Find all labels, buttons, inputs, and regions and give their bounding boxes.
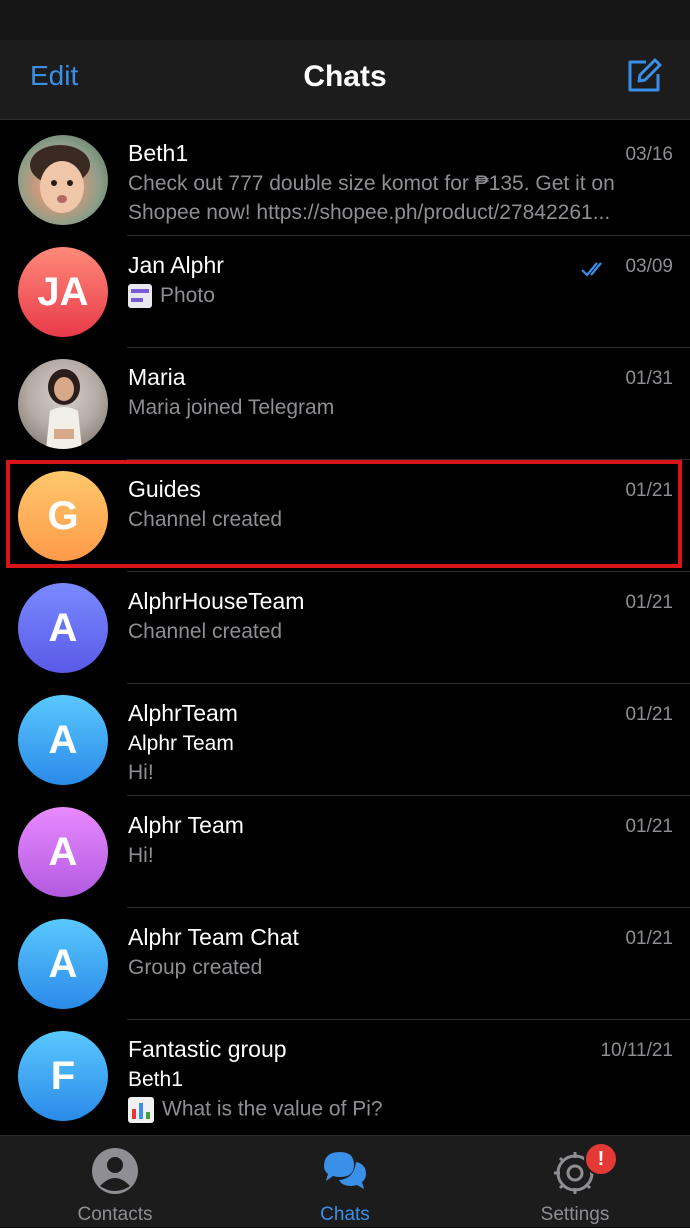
chat-row-maria[interactable]: Maria 01/31 Maria joined Telegram bbox=[0, 348, 690, 460]
chat-name: AlphrTeam bbox=[128, 700, 238, 726]
chat-preview: Check out 777 double size komot for ₱135… bbox=[128, 172, 615, 195]
chat-row-beth1[interactable]: Beth1 03/16 Check out 777 double size ko… bbox=[0, 124, 690, 236]
avatar: A bbox=[18, 919, 108, 1009]
chat-preview-line2: Shopee now! https://shopee.ph/product/27… bbox=[128, 201, 611, 224]
chat-row-jan-alphr[interactable]: JA Jan Alphr 03/09 Photo bbox=[0, 236, 690, 348]
chat-name: Alphr Team Chat bbox=[128, 924, 299, 950]
compose-icon[interactable] bbox=[624, 56, 664, 96]
avatar-photo bbox=[18, 135, 108, 225]
avatar: JA bbox=[18, 247, 108, 337]
chat-row-fantastic-group[interactable]: F Fantastic group 10/11/21 Beth1 What is… bbox=[0, 1020, 690, 1132]
chat-preview: Hi! bbox=[128, 844, 154, 867]
chat-name: Maria bbox=[128, 364, 186, 390]
tab-label: Contacts bbox=[77, 1204, 153, 1225]
chat-date: 10/11/21 bbox=[600, 1040, 673, 1061]
photo-thumbnail-icon bbox=[128, 284, 152, 309]
chat-preview: Maria joined Telegram bbox=[128, 396, 335, 419]
chat-name: AlphrHouseTeam bbox=[128, 588, 305, 614]
chat-list: Beth1 03/16 Check out 777 double size ko… bbox=[0, 124, 690, 1132]
chat-preview-text: Photo bbox=[160, 284, 215, 307]
chat-date: 01/21 bbox=[625, 816, 673, 837]
chat-preview: Hi! bbox=[128, 761, 154, 784]
tab-contacts[interactable]: Contacts bbox=[0, 1136, 230, 1228]
tab-settings[interactable]: ! Settings bbox=[460, 1136, 690, 1228]
chat-date: 01/21 bbox=[625, 592, 673, 613]
chat-preview: Group created bbox=[128, 956, 263, 979]
tab-bar: Contacts Chats ! Settings bbox=[0, 1135, 690, 1227]
tab-label: Chats bbox=[320, 1204, 370, 1225]
avatar: F bbox=[18, 1031, 108, 1121]
tab-label: Settings bbox=[540, 1204, 610, 1225]
tab-chats[interactable]: Chats bbox=[230, 1136, 460, 1228]
chat-date: 03/09 bbox=[625, 256, 673, 277]
chat-row-alphr-team-chat[interactable]: A Alphr Team Chat 01/21 Group created bbox=[0, 908, 690, 1020]
chat-sender: Alphr Team bbox=[128, 732, 234, 755]
status-bar bbox=[0, 0, 690, 40]
nav-header: Edit Chats bbox=[0, 0, 690, 120]
avatar: A bbox=[18, 807, 108, 897]
double-check-icon bbox=[581, 262, 602, 277]
chat-row-alphrteam[interactable]: A AlphrTeam 01/21 Alphr Team Hi! bbox=[0, 684, 690, 796]
chat-preview: Channel created bbox=[128, 620, 283, 643]
chat-name: Beth1 bbox=[128, 140, 189, 166]
person-circle-icon bbox=[92, 1148, 138, 1194]
chat-name: Alphr Team bbox=[128, 812, 244, 838]
chat-bubbles-icon bbox=[324, 1152, 366, 1189]
chat-name: Fantastic group bbox=[128, 1036, 287, 1062]
chat-row-alphr-team[interactable]: A Alphr Team 01/21 Hi! bbox=[0, 796, 690, 908]
chat-name: Jan Alphr bbox=[128, 252, 224, 278]
chat-preview: Photo bbox=[128, 284, 215, 309]
avatar-photo bbox=[18, 359, 108, 449]
chat-preview: What is the value of Pi? bbox=[128, 1097, 383, 1123]
chat-date: 01/21 bbox=[625, 704, 673, 725]
avatar: A bbox=[18, 695, 108, 785]
notification-badge: ! bbox=[584, 1142, 618, 1176]
chat-sender: Beth1 bbox=[128, 1068, 183, 1091]
chat-row-alphrhouseteam[interactable]: A AlphrHouseTeam 01/21 Channel created bbox=[0, 572, 690, 684]
highlight-box bbox=[6, 460, 682, 568]
chat-date: 01/21 bbox=[625, 928, 673, 949]
chat-date: 01/31 bbox=[625, 368, 673, 389]
chat-preview-text: What is the value of Pi? bbox=[162, 1097, 383, 1121]
poll-chart-icon bbox=[128, 1097, 154, 1123]
avatar: A bbox=[18, 583, 108, 673]
page-title: Chats bbox=[303, 60, 387, 93]
chat-date: 03/16 bbox=[625, 144, 673, 165]
